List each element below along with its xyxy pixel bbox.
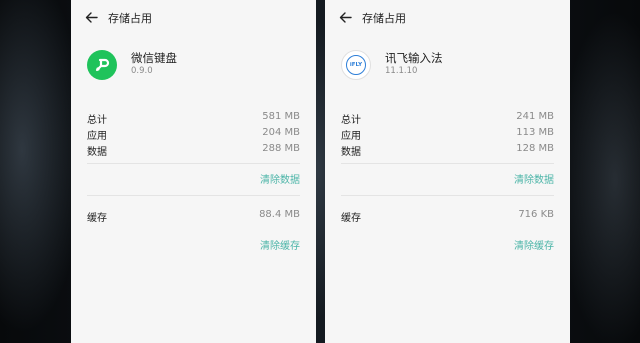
stat-value: 128 MB — [516, 143, 554, 154]
keyboard-glyph-icon — [95, 58, 110, 72]
app-version: 11.1.10 — [385, 66, 418, 76]
stat-label: 数据 — [87, 147, 107, 158]
phone-screen-iflytek-input: 存储占用 iFLY 讯飞输入法 11.1.10 总计 241 MB 应用 113… — [325, 0, 570, 343]
top-bar: 存储占用 — [71, 0, 316, 36]
stat-label: 总计 — [341, 115, 361, 126]
cache-label: 缓存 — [87, 213, 107, 224]
divider — [341, 163, 554, 164]
stat-value: 581 MB — [262, 111, 300, 122]
clear-data-button[interactable]: 清除数据 — [514, 171, 554, 186]
stat-row-data: 数据 128 MB — [341, 143, 554, 158]
stat-row-app: 应用 113 MB — [341, 127, 554, 142]
ifly-logo: iFLY — [346, 55, 366, 75]
stat-value: 288 MB — [262, 143, 300, 154]
wechat-keyboard-icon — [87, 50, 117, 80]
back-arrow-icon[interactable] — [85, 11, 98, 24]
ifly-logo-text: iFLY — [349, 62, 363, 68]
divider — [87, 163, 300, 164]
stat-row-total: 总计 581 MB — [87, 111, 300, 126]
stat-row-app: 应用 204 MB — [87, 127, 300, 142]
stat-row-data: 数据 288 MB — [87, 143, 300, 158]
stat-value: 113 MB — [516, 127, 554, 138]
iflytek-input-icon: iFLY — [341, 50, 371, 80]
divider — [341, 195, 554, 196]
clear-cache-button[interactable]: 清除缓存 — [260, 237, 300, 252]
cache-row: 缓存 88.4 MB — [87, 209, 300, 224]
stat-label: 数据 — [341, 147, 361, 158]
cache-row: 缓存 716 KB — [341, 209, 554, 224]
stat-value: 204 MB — [262, 127, 300, 138]
stat-row-total: 总计 241 MB — [341, 111, 554, 126]
page-title: 存储占用 — [108, 12, 152, 25]
clear-cache-button[interactable]: 清除缓存 — [514, 237, 554, 252]
phone-screen-wechat-keyboard: 存储占用 微信键盘 0.9.0 总计 581 MB 应用 204 MB 数据 2… — [71, 0, 316, 343]
stat-label: 应用 — [341, 131, 361, 142]
app-name: 微信键盘 — [131, 51, 177, 65]
cache-value: 88.4 MB — [259, 209, 300, 220]
divider — [87, 195, 300, 196]
page-title: 存储占用 — [362, 12, 406, 25]
cache-label: 缓存 — [341, 213, 361, 224]
cache-value: 716 KB — [518, 209, 554, 220]
app-version: 0.9.0 — [131, 66, 153, 76]
stat-value: 241 MB — [516, 111, 554, 122]
app-name: 讯飞输入法 — [385, 51, 443, 65]
stat-label: 总计 — [87, 115, 107, 126]
back-arrow-icon[interactable] — [339, 11, 352, 24]
top-bar: 存储占用 — [325, 0, 570, 36]
clear-data-button[interactable]: 清除数据 — [260, 171, 300, 186]
stat-label: 应用 — [87, 131, 107, 142]
